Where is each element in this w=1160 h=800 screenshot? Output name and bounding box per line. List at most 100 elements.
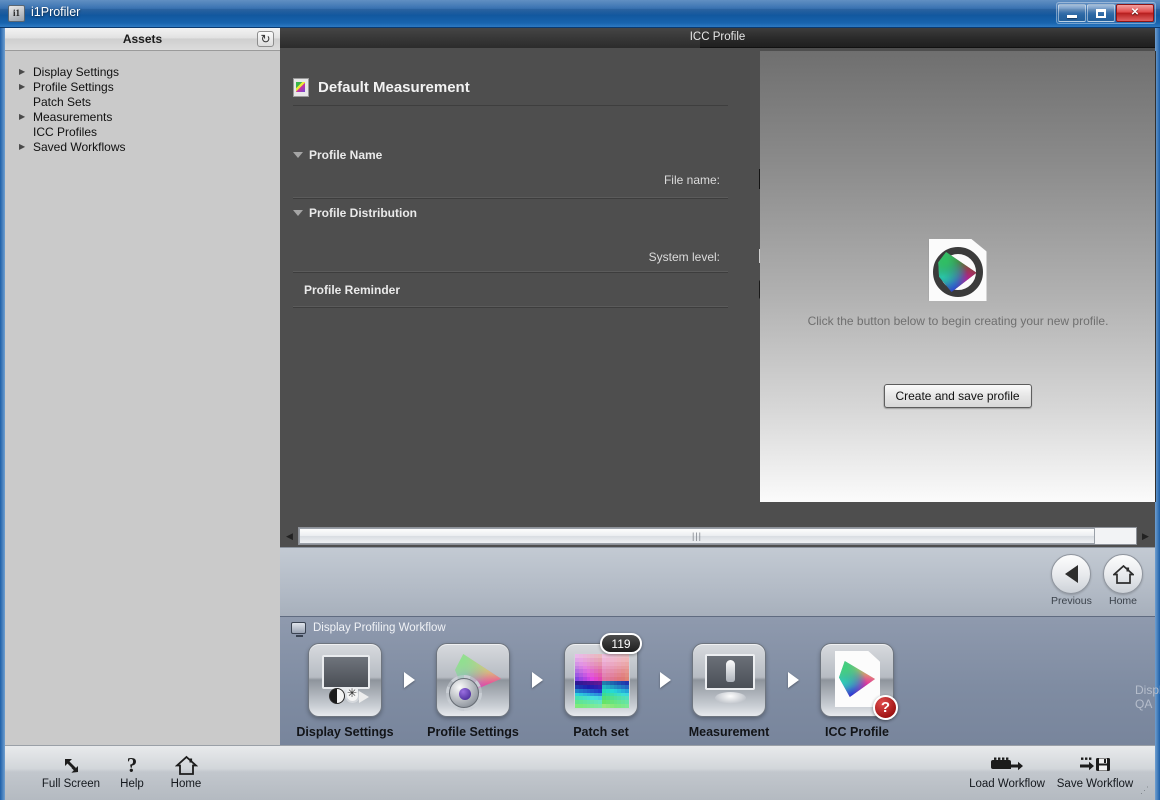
assets-sidebar: Assets ↻ ▶ Display Settings ▶ Profile Se… [5,28,280,745]
sidebar-item-label: ICC Profiles [33,124,98,139]
doc-swatch-shape [296,82,305,92]
app-window: i1 i1Profiler ✕ Assets ↻ ▶ Display Setti… [0,0,1160,800]
sidebar-item-label: Profile Settings [33,79,114,94]
display-settings-icon[interactable] [308,643,382,717]
navigation-bar: Previous Home [280,547,1155,616]
tab-icc-profile[interactable]: ICC Profile [280,31,1155,43]
sidebar-item-display-settings[interactable]: ▶ Display Settings [5,64,280,79]
previous-button-circle[interactable] [1051,554,1091,594]
maximize-button[interactable] [1087,4,1115,22]
home-icon [150,754,222,776]
workflow-step-icc-profile[interactable]: ? ICC Profile [802,643,912,739]
brightness-icon [347,686,358,701]
workflow-arrow-icon [784,643,802,717]
workflow-arrow-icon [656,643,674,717]
minimize-button[interactable] [1058,4,1086,22]
workflow-steps: Display Settings Profile Settings 1 [290,633,912,739]
scrollbar-thumb[interactable]: ||| [299,528,1095,544]
window-controls: ✕ [1056,2,1156,24]
refresh-icon[interactable]: ↻ [257,31,274,47]
sidebar-item-measurements[interactable]: ▶ Measurements [5,109,280,124]
horizontal-scrollbar[interactable]: ◀ ||| ▶ [280,525,1155,547]
panels-area: Default Measurement Profile Name File na… [280,48,1156,545]
bottom-toolbar: Full Screen ? Help Home Load Workflow Sa… [5,745,1155,800]
patch-grid [574,653,630,709]
create-and-save-profile-button[interactable]: Create and save profile [883,384,1032,408]
window-content: Assets ↻ ▶ Display Settings ▶ Profile Se… [0,28,1160,800]
close-button[interactable]: ✕ [1116,4,1154,22]
section-title: Profile Distribution [309,206,417,220]
page-title: Default Measurement [293,78,470,97]
icc-profile-icon[interactable]: ? [820,643,898,720]
preview-note: Click the button below to begin creating… [807,314,1109,328]
expand-arrow-icon[interactable]: ▶ [19,112,33,121]
previous-button[interactable]: Previous [1051,554,1092,607]
sidebar-item-patch-sets[interactable]: Patch Sets [5,94,280,109]
scroll-right-arrow-icon[interactable]: ▶ [1138,526,1153,546]
home-icon [1112,564,1134,584]
scrollbar-track[interactable]: ||| [298,527,1137,545]
display-qa-link[interactable]: Display QA ➜ [1135,683,1160,711]
nav-buttons: Previous Home [1051,554,1143,607]
workflow-arrow-icon [400,643,418,717]
measurement-icon[interactable] [692,643,766,717]
maximize-icon [1096,8,1106,18]
scroll-left-arrow-icon[interactable]: ◀ [282,526,297,546]
sidebar-item-label: Measurements [33,109,113,124]
workflow-step-display-settings[interactable]: Display Settings [290,643,400,739]
titlebar-gloss [0,0,1160,28]
workflow-step-label: Measurement [688,725,770,739]
patch-count-badge: 119 [600,633,642,654]
divider-after-reminder [293,306,728,307]
home-toolbar-button[interactable]: Home [150,754,222,790]
sidebar-item-icc-profiles[interactable]: ICC Profiles [5,124,280,139]
section-title: Profile Name [309,148,383,162]
tab-bar: ICC Profile [280,28,1155,48]
workflow-step-measurement[interactable]: Measurement [674,643,784,739]
arrow-left-icon [1064,565,1078,583]
assets-tree: ▶ Display Settings ▶ Profile Settings Pa… [5,64,280,154]
workflow-step-label: Patch set [573,725,629,739]
minimize-icon [1067,14,1077,18]
file-name-label: File name: [663,173,720,187]
expand-arrow-icon[interactable]: ▶ [19,67,33,76]
expand-arrow-icon[interactable]: ▶ [19,82,33,91]
workflow-step-label: Profile Settings [427,725,519,739]
workflow-step-patch-set[interactable]: 119 Patch set [546,633,656,739]
save-workflow-icon [1053,754,1137,776]
chevron-down-icon[interactable] [293,209,303,218]
system-level-label: System level: [648,250,720,264]
resize-grip[interactable]: ⋰ [1140,785,1150,796]
monitor-screen-shape [322,655,370,689]
cone-icon [359,691,369,703]
chevron-down-icon[interactable] [293,151,303,160]
title-bar: i1 i1Profiler ✕ [0,0,1160,28]
workflow-step-profile-settings[interactable]: Profile Settings [418,643,528,739]
save-workflow-button[interactable]: Save Workflow [1053,754,1137,790]
load-workflow-button[interactable]: Load Workflow [965,754,1049,790]
workflow-step-label: Display Settings [296,725,394,739]
sidebar-item-label: Saved Workflows [33,139,126,154]
monitor-stand-shape [715,692,746,704]
workflow-arrow-icon [528,643,546,717]
section-header-profile-distribution[interactable]: Profile Distribution [293,206,417,220]
expand-arrow-icon[interactable]: ▶ [19,142,33,151]
home-button[interactable]: Home [1103,554,1143,607]
settings-column: Default Measurement Profile Name File na… [280,48,1000,545]
icc-profile-icon [928,239,987,301]
profile-settings-icon[interactable] [436,643,510,717]
workflow-header: Display Profiling Workflow [291,622,446,637]
workflow-step-label: ICC Profile [825,725,889,739]
colorimeter-device-shape [726,660,735,682]
home-toolbar-label: Home [170,778,202,790]
window-title: i1Profiler [31,5,81,19]
section-title: Profile Reminder [304,283,401,297]
sidebar-item-profile-settings[interactable]: ▶ Profile Settings [5,79,280,94]
sidebar-item-saved-workflows[interactable]: ▶ Saved Workflows [5,139,280,154]
home-button-circle[interactable] [1103,554,1143,594]
load-workflow-label: Load Workflow [969,778,1045,790]
patch-set-icon[interactable]: 119 [564,633,642,717]
section-header-profile-name[interactable]: Profile Name [293,148,382,162]
display-qa-label: Display QA [1135,683,1160,711]
previous-button-label: Previous [1051,595,1092,607]
